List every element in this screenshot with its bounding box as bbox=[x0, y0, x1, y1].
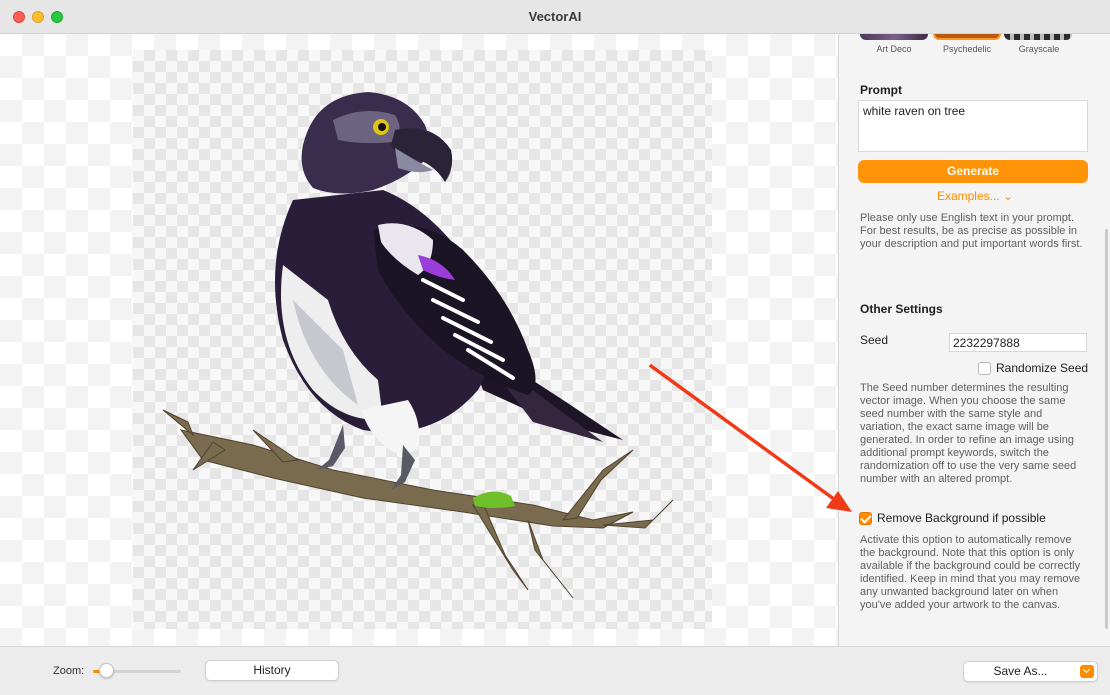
seed-help-text: The Seed number determines the resulting… bbox=[860, 382, 1077, 485]
style-thumb-art-deco[interactable] bbox=[860, 34, 928, 40]
seed-input[interactable]: 2232297888 bbox=[949, 333, 1087, 352]
save-as-button[interactable]: Save As... bbox=[963, 661, 1098, 682]
zoom-label: Zoom: bbox=[53, 665, 85, 677]
seed-label: Seed bbox=[860, 333, 889, 347]
randomize-seed-checkbox[interactable] bbox=[978, 362, 991, 375]
prompt-input[interactable]: white raven on tree bbox=[858, 100, 1088, 152]
window-title: VectorAI bbox=[528, 9, 582, 24]
remove-background-checkbox[interactable] bbox=[859, 512, 872, 525]
panel-scrollbar[interactable] bbox=[1105, 229, 1108, 629]
randomize-seed-label[interactable]: Randomize Seed bbox=[996, 361, 1088, 375]
style-thumb-psychedelic[interactable] bbox=[933, 34, 1001, 40]
artboard[interactable] bbox=[133, 50, 712, 629]
generate-button[interactable]: Generate bbox=[858, 160, 1088, 183]
style-label-art-deco: Art Deco bbox=[876, 44, 912, 54]
remove-background-label[interactable]: Remove Background if possible bbox=[877, 511, 1046, 525]
prompt-help-text: Please only use English text in your pro… bbox=[860, 212, 1083, 250]
bottom-toolbar: Zoom: History Save As... bbox=[0, 646, 1110, 695]
save-as-label: Save As... bbox=[993, 664, 1048, 678]
title-bar: VectorAI bbox=[0, 0, 1110, 34]
examples-dropdown[interactable]: Examples... ⌄ bbox=[839, 189, 1110, 203]
style-label-psychedelic: Psychedelic bbox=[942, 44, 992, 54]
history-button[interactable]: History bbox=[205, 660, 339, 681]
settings-panel[interactable]: Art Deco Psychedelic Grayscale Prompt wh… bbox=[838, 34, 1110, 646]
canvas-area[interactable] bbox=[0, 34, 838, 646]
chevron-down-icon[interactable] bbox=[1080, 665, 1094, 678]
remove-background-help-text: Activate this option to automatically re… bbox=[860, 534, 1081, 611]
style-thumb-grayscale[interactable] bbox=[1004, 34, 1072, 40]
raven-artwork bbox=[162, 92, 674, 599]
prompt-title: Prompt bbox=[860, 83, 902, 97]
other-settings-title: Other Settings bbox=[860, 302, 943, 316]
style-label-grayscale: Grayscale bbox=[1018, 44, 1060, 54]
zoom-slider-knob[interactable] bbox=[99, 663, 114, 678]
